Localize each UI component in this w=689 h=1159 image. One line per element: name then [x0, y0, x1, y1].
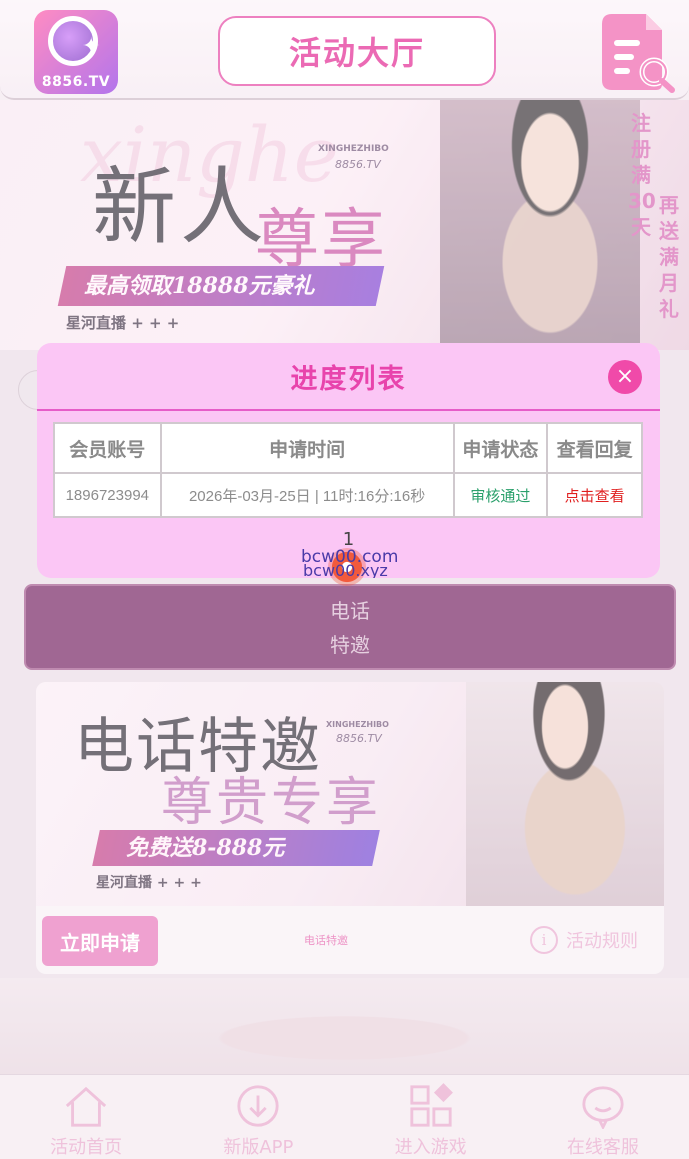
- column-header-status: 申请状态: [452, 422, 549, 474]
- cell-time: 2026年-03月-25日 | 11时:16分:16秒: [159, 472, 455, 518]
- page: ✦ 8856.TV 活动大厅 xinghe 新人 尊享 XINGHEZHIBO …: [0, 0, 689, 1159]
- cell-status: 审核通过: [452, 472, 549, 518]
- dialog-header: 进度列表: [37, 343, 660, 411]
- watermark-domain-2: bcw00.xyz: [303, 564, 388, 578]
- progress-table: 会员账号 申请时间 申请状态 查看回复 1896723994 2026年-03月…: [53, 422, 643, 518]
- progress-list-dialog: 进度列表 × 会员账号 申请时间 申请状态 查看回复 1896723994 20…: [37, 343, 660, 586]
- table-row: 1896723994 2026年-03月-25日 | 11时:16分:16秒 审…: [53, 472, 643, 518]
- close-icon: ×: [615, 364, 635, 389]
- column-header-account: 会员账号: [53, 422, 162, 474]
- table-header-row: 会员账号 申请时间 申请状态 查看回复: [53, 422, 643, 474]
- column-header-time: 申请时间: [159, 422, 455, 474]
- close-button[interactable]: ×: [608, 360, 642, 394]
- cell-account: 1896723994: [53, 472, 162, 518]
- column-header-reply: 查看回复: [546, 422, 643, 474]
- dialog-title: 进度列表: [290, 363, 407, 395]
- view-reply-link[interactable]: 点击查看: [546, 472, 643, 518]
